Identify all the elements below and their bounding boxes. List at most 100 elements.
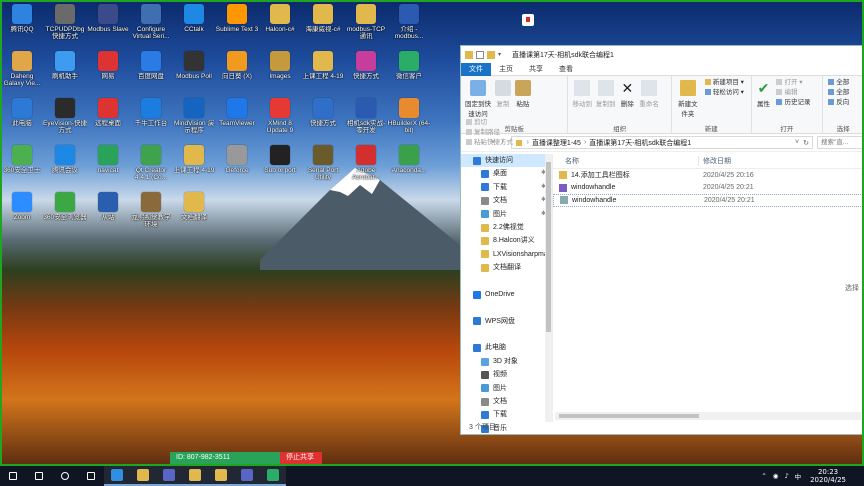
nav-item[interactable]: 图片 [461,382,552,395]
nav-item[interactable]: 文档 [461,395,552,408]
desktop-shortcut[interactable]: Zoom [0,192,44,221]
breadcrumb-item[interactable]: 直播课整理1-45 [532,138,581,148]
desktop-shortcut[interactable]: Sub ol port [258,145,302,174]
file-hscrollbar[interactable] [555,412,861,420]
desktop-shortcut[interactable]: 快捷方式 [301,98,345,127]
file-row[interactable]: windowhandle 2020/4/25 20:21 [553,182,863,195]
move-to-button[interactable]: 移动到 [572,78,592,108]
nav-item[interactable]: LXVisionsharpma [461,248,552,261]
file-row[interactable]: 14.添加工具栏图标 2020/4/25 20:16 [553,169,863,182]
desktop-shortcut[interactable]: Adobe Acrobat... [344,145,388,181]
desktop-shortcut[interactable]: 介绍 -modbus... [387,4,431,40]
customize-qa-icon[interactable]: ▾ [498,51,506,59]
folder-icon[interactable] [208,466,234,486]
nav-item[interactable]: OneDrive [461,288,552,301]
desktop-shortcut[interactable]: Daheng Galaxy Vie... [0,51,44,87]
desktop-shortcut[interactable]: 360安全卫士 [0,145,44,174]
nav-item[interactable]: 视频 [461,368,552,381]
refresh-icon[interactable]: ↻ [803,139,809,147]
desktop-shortcut[interactable]: 网易 [86,51,130,80]
stop-sharing-button[interactable]: 停止共享 [280,452,322,464]
history-button[interactable]: 历史记录 [776,98,810,108]
desktop-shortcut[interactable]: 腾讯会议 [43,145,87,174]
desktop-shortcut[interactable]: Configure Virtual Seri... [129,4,173,40]
desktop-shortcut[interactable]: 快捷方式 [344,51,388,80]
teams-icon[interactable] [156,466,182,486]
chrome-icon[interactable] [182,466,208,486]
clock[interactable]: 20:23 2020/4/25 [810,468,846,484]
invert-selection-button[interactable]: 反向 [828,98,849,108]
nav-item[interactable]: 3D 对象 [461,355,552,368]
desktop-shortcut[interactable]: Serial Port Utility [301,145,345,181]
nav-item[interactable]: 文档翻译 [461,261,552,274]
desktop-shortcut[interactable]: 360安全浏览器 [43,192,87,221]
desktop-shortcut[interactable]: navicat [86,145,130,174]
desktop-shortcut[interactable]: 此电脑 [0,98,44,127]
edge-icon[interactable] [104,466,130,486]
nav-item[interactable]: 此电脑 [461,341,552,354]
nav-item[interactable]: 下载 ✱ [461,181,552,194]
desktop-shortcut[interactable]: CCtalk [172,4,216,33]
desktop-shortcut[interactable]: 从站 [86,192,130,221]
address-input[interactable]: › 直播课整理1-45 › 直播课第17天-相机sdk联合编程1 ˅ ↻ [510,136,813,149]
tab-file[interactable]: 文件 [461,62,491,76]
tab-home[interactable]: 主页 [491,63,521,76]
nav-item[interactable]: 快速访问 [461,154,552,168]
new-folder-icon[interactable] [487,50,495,59]
breadcrumb-chevron-icon[interactable]: › [527,139,529,146]
easy-access-button[interactable]: 轻松访问 ▾ [704,88,744,98]
task-view-icon[interactable] [78,466,104,486]
desktop-shortcut[interactable]: TeamViewer [215,98,259,127]
search-icon[interactable] [26,466,52,486]
properties-icon[interactable] [476,50,484,59]
explorer-icon[interactable] [130,466,156,486]
address-dropdown-icon[interactable]: ˅ [795,139,799,146]
desktop-shortcut[interactable]: 龙熙视觉教学环境 [129,192,173,228]
wechat-icon[interactable] [260,466,286,486]
file-hscrollbar-thumb[interactable] [559,414,699,418]
tray-chevron-icon[interactable]: ⌃ [761,472,766,480]
start-icon[interactable] [0,466,26,486]
desktop-shortcut[interactable]: Modbus Poll [172,51,216,80]
file-row[interactable]: windowhandle 2020/4/25 20:21 [553,194,863,207]
desktop-shortcut[interactable]: Images [258,51,302,80]
desktop-shortcut[interactable]: Qt Creator 4.4.1 (Co... [129,145,173,181]
cortana-icon[interactable] [52,466,78,486]
breadcrumb-chevron-icon[interactable]: › [584,139,586,146]
tshirt-icon[interactable] [522,14,534,26]
desktop-shortcut[interactable]: 上课工程 4-19 [172,145,216,174]
desktop-shortcut[interactable]: 远程桌面 [86,98,130,127]
edit-button[interactable]: 编辑 [776,88,810,98]
select-all-button[interactable]: 全部 [828,78,849,88]
nav-item[interactable]: 2.2佛视觉 [461,221,552,234]
nav-item[interactable]: 桌面 ✱ [461,167,552,180]
properties-button[interactable]: ✔ 属性 [756,78,772,108]
column-name-header[interactable]: 名称 [553,156,699,166]
desktop-shortcut[interactable]: Geforce [215,145,259,174]
ime-indicator[interactable]: 中 [795,471,802,481]
new-item-button[interactable]: 新建项目 ▾ [704,78,744,88]
delete-button[interactable]: ✕ 删除 [619,78,635,108]
breadcrumb-item[interactable]: 直播课第17天-相机sdk联合编程1 [589,138,691,148]
column-date-header[interactable]: 修改日期 [699,156,789,166]
desktop-shortcut[interactable]: 海康威视-c# [301,4,345,33]
desktop-shortcut[interactable]: 腾讯QQ [0,4,44,33]
volume-icon[interactable]: ♪ [784,472,788,480]
copy-button[interactable]: 复制 [494,78,511,108]
paste-shortcut-button[interactable]: 粘贴快捷方式 [466,138,513,148]
desktop-shortcut[interactable]: XMind 8 Update 9 [258,98,302,134]
new-folder-button[interactable]: 新建文件夹 [676,78,700,118]
desktop-shortcut[interactable]: Modbus Slave [86,4,130,33]
nav-item[interactable]: 8.Halcon讲义 [461,234,552,247]
nav-item[interactable]: 图片 ✱ [461,208,552,221]
search-input[interactable]: 搜索"直... [817,136,863,149]
desktop-shortcut[interactable]: Anaconda... [387,145,431,174]
desktop-shortcut[interactable]: 刷机助手 [43,51,87,80]
desktop-shortcut[interactable]: 上课工程 4-19 [301,51,345,80]
vs-icon[interactable] [234,466,260,486]
desktop-shortcut[interactable]: 文档翻译 [172,192,216,221]
desktop-shortcut[interactable]: modbus-TCP 通讯 [344,4,388,40]
desktop-shortcut[interactable]: 微信客户 [387,51,431,80]
tab-share[interactable]: 共享 [521,63,551,76]
nav-item[interactable]: 文档 ✱ [461,194,552,207]
